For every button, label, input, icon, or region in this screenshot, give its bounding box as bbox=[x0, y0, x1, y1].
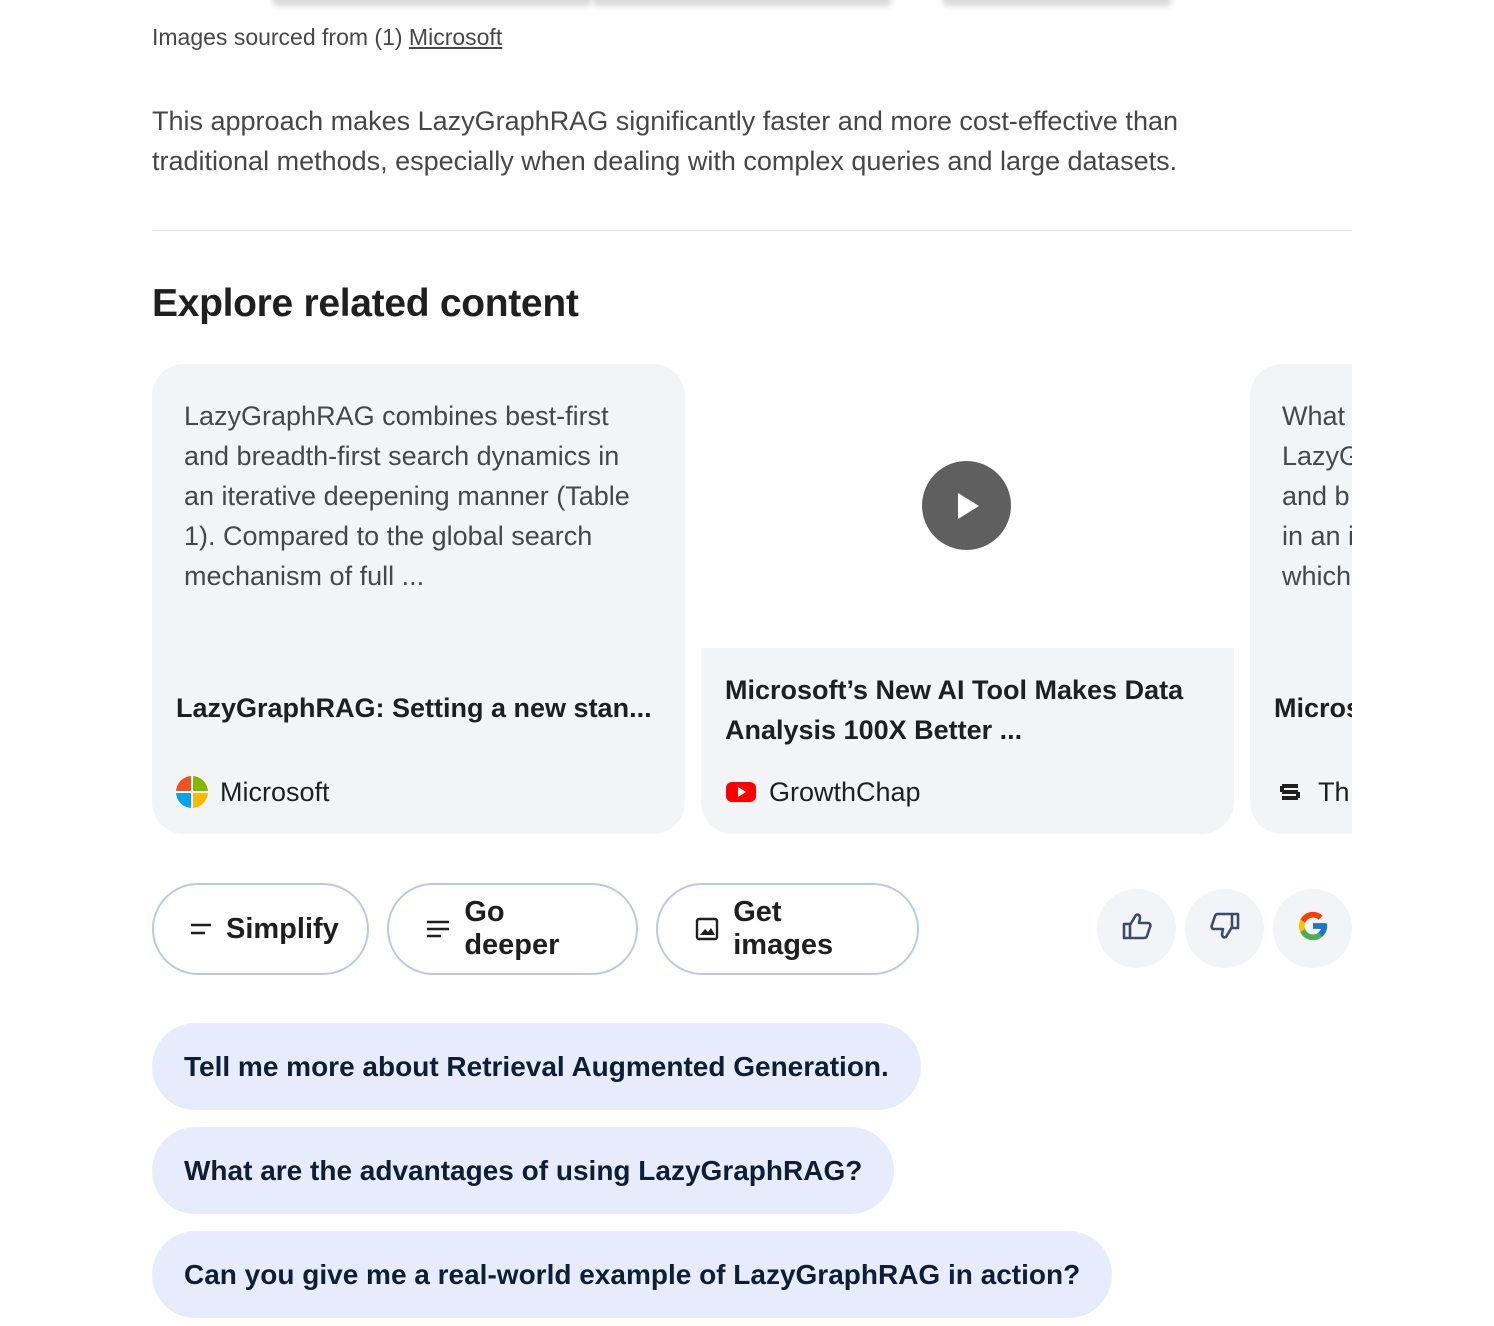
youtube-icon bbox=[725, 776, 757, 808]
feedback-buttons bbox=[1097, 889, 1352, 968]
suggestion-chip[interactable]: Tell me more about Retrieval Augmented G… bbox=[152, 1023, 921, 1110]
thumbs-up-button[interactable] bbox=[1097, 889, 1176, 968]
sources-link-microsoft[interactable]: Microsoft bbox=[409, 24, 502, 50]
divider bbox=[152, 230, 1352, 231]
google-search-button[interactable] bbox=[1273, 889, 1352, 968]
go-deeper-label: Go deeper bbox=[464, 896, 560, 961]
card-source-name: Th bbox=[1318, 776, 1350, 807]
image-icon bbox=[694, 916, 719, 942]
thumbs-down-button[interactable] bbox=[1185, 889, 1264, 968]
related-card-microsoft[interactable]: LazyGraphRAG combines best-first and bre… bbox=[152, 364, 685, 834]
card-snippet: What LazyG and b in an i which bbox=[1282, 401, 1352, 591]
simplify-icon bbox=[190, 916, 212, 942]
card-title: Microsoft’s New AI Tool Makes Data Analy… bbox=[725, 675, 1184, 745]
microsoft-logo-icon bbox=[176, 776, 208, 808]
section-title: Explore related content bbox=[152, 282, 579, 325]
card-snippet: LazyGraphRAG combines best-first and bre… bbox=[184, 401, 630, 591]
card-source-name: Microsoft bbox=[220, 776, 330, 807]
card-source: Th bbox=[1274, 774, 1350, 810]
thumbs-up-icon bbox=[1121, 910, 1153, 947]
google-logo-icon bbox=[1296, 909, 1330, 948]
site-s-icon bbox=[1274, 776, 1306, 808]
follow-up-suggestions: Tell me more about Retrieval Augmented G… bbox=[152, 1023, 1113, 1318]
simplify-button[interactable]: Simplify bbox=[152, 883, 369, 975]
get-images-button[interactable]: Get images bbox=[656, 883, 919, 975]
related-content-carousel: LazyGraphRAG combines best-first and bre… bbox=[152, 364, 1352, 836]
card-source: GrowthChap bbox=[725, 774, 921, 810]
suggestion-chip[interactable]: What are the advantages of using LazyGra… bbox=[152, 1127, 895, 1214]
related-card-video[interactable]: Microsoft’s New AI Tool Makes Data Analy… bbox=[701, 364, 1234, 834]
card-source-name: GrowthChap bbox=[769, 776, 921, 807]
image-sources-line: Images sourced from (1) Microsoft bbox=[152, 24, 502, 51]
go-deeper-icon bbox=[425, 916, 450, 942]
thumbs-down-icon bbox=[1209, 910, 1241, 947]
go-deeper-button[interactable]: Go deeper bbox=[387, 883, 638, 975]
action-buttons: Simplify Go deeper Get images bbox=[152, 883, 919, 975]
play-icon[interactable] bbox=[922, 461, 1011, 550]
sources-prefix: Images sourced from (1) bbox=[152, 24, 409, 50]
video-thumbnail[interactable] bbox=[701, 364, 1234, 648]
answer-paragraph: This approach makes LazyGraphRAG signifi… bbox=[152, 106, 1178, 176]
image-strip-remnant bbox=[152, 0, 1352, 10]
card-source: Microsoft bbox=[176, 774, 330, 810]
card-title: Micros bbox=[1274, 693, 1352, 723]
suggestion-chip[interactable]: Can you give me a real-world example of … bbox=[152, 1231, 1113, 1318]
simplify-label: Simplify bbox=[226, 912, 339, 945]
get-images-label: Get images bbox=[733, 896, 834, 961]
related-card-partial[interactable]: What LazyG and b in an i which Micros Th bbox=[1250, 364, 1352, 834]
card-title: LazyGraphRAG: Setting a new stan... bbox=[176, 693, 652, 723]
